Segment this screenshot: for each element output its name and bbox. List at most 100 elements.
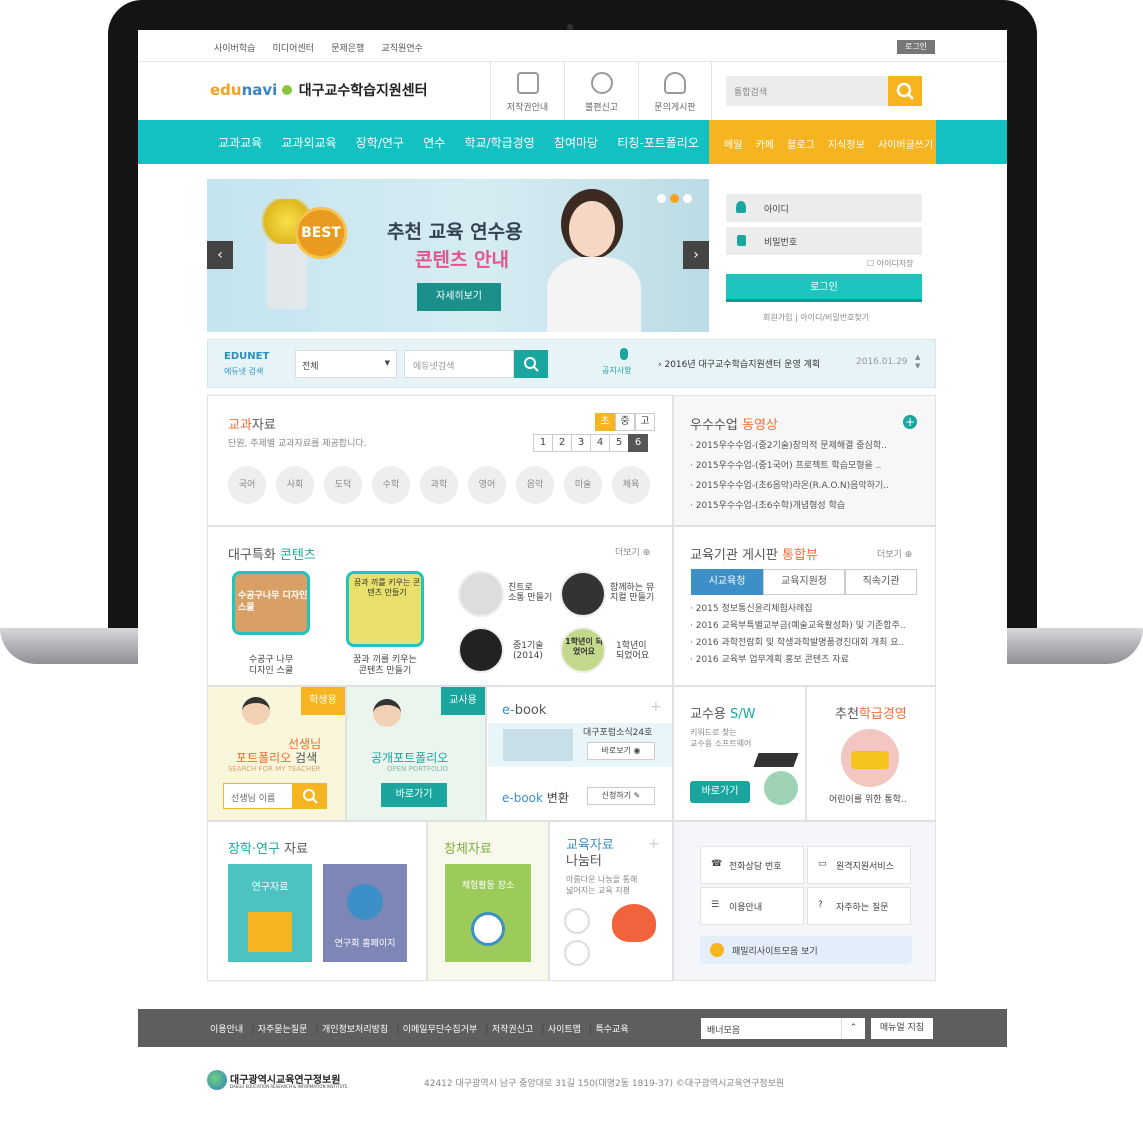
footer-link[interactable]: 이용안내 — [210, 1025, 243, 1035]
complaint-link[interactable]: 불편신고 — [564, 62, 638, 120]
ebook-item-title[interactable]: 대구포럼소식24호 — [583, 725, 652, 738]
small-thumb-1[interactable] — [458, 571, 504, 617]
category-select[interactable]: 전체 ▼ — [295, 350, 397, 378]
usage-guide-link[interactable]: ☰ 이용안내 — [700, 887, 804, 925]
topnav-item[interactable]: 교직원연수 — [382, 44, 423, 54]
list-item[interactable]: · 2015우수수업-(중2기술)창의적 문제해결 중심학.. — [690, 436, 920, 456]
join-link[interactable]: 회원가입 — [763, 313, 792, 322]
subject-circle[interactable]: 사회 — [276, 466, 314, 504]
list-item[interactable]: · 2016 교육부 업무계획 홍보 콘텐츠 자료 — [690, 652, 926, 669]
software-go-button[interactable]: 바로가기 — [690, 781, 750, 803]
slider-dot-active[interactable] — [670, 194, 679, 203]
tab-city-office[interactable]: 시교육청 — [691, 569, 763, 595]
list-item[interactable]: · 2015우수수업-(중1국어) 프로젝트 학습모형을 .. — [690, 456, 920, 476]
nav-item[interactable]: 티칭-포트폴리오 — [617, 136, 699, 150]
plus-icon[interactable]: + — [903, 415, 917, 429]
search-button[interactable] — [888, 76, 922, 106]
nav-item[interactable]: 참여마당 — [554, 136, 598, 150]
footer-link[interactable]: 이메일무단수집거부 — [403, 1025, 478, 1035]
subject-circle[interactable]: 국어 — [228, 466, 266, 504]
more-link[interactable]: 더보기 ⊕ — [615, 545, 650, 558]
list-item[interactable]: · 2016 과학전람회 및 학생과학발명품경진대회 개최 요.. — [690, 635, 926, 652]
dream-content-thumbnail[interactable]: 꿈과 끼를 키우는 콘텐츠 만들기 — [346, 571, 424, 647]
password-field[interactable]: 비밀번호 — [726, 227, 922, 255]
teacher-search-button[interactable] — [293, 783, 327, 809]
list-item[interactable]: · 2015우수수업-(초6음악)라온(R.A.O.N)음악하기.. — [690, 476, 920, 496]
quick-item[interactable]: 카페 — [756, 140, 774, 151]
tab-affiliated[interactable]: 직속기관 — [845, 569, 917, 595]
grade-button[interactable]: 1 — [533, 434, 553, 452]
level-tab-middle[interactable]: 중 — [615, 413, 635, 431]
level-tab-elementary[interactable]: 초 — [595, 413, 615, 431]
grade-button-active[interactable]: 6 — [628, 434, 648, 452]
small-label-3[interactable]: 중1기술 (2014) — [513, 641, 544, 661]
footer-link[interactable]: 저작권신고 — [492, 1025, 533, 1035]
login-button[interactable]: 로그인 — [726, 274, 922, 302]
nav-item[interactable]: 장학/연구 — [356, 136, 404, 150]
next-arrow-icon[interactable]: › — [683, 241, 709, 269]
ebook-cover-image[interactable] — [503, 729, 573, 761]
notice-scroll-arrows[interactable]: ▲ ▼ — [915, 353, 920, 371]
nav-item[interactable]: 학교/학급경영 — [464, 136, 534, 150]
subject-circle[interactable]: 과학 — [420, 466, 458, 504]
quick-item[interactable]: 블로그 — [787, 140, 815, 151]
dream-content-label[interactable]: 꿈과 끼를 키우는 콘텐츠 만들기 — [342, 655, 428, 677]
find-account-link[interactable]: 아이디/비밀번호찾기 — [800, 313, 869, 322]
notice-text[interactable]: › 2016년 대구교수학습지원센터 운영 계획 — [658, 357, 820, 370]
small-label-2[interactable]: 함께하는 뮤 지컬 만들기 — [610, 583, 654, 603]
footer-link[interactable]: 사이트맵 — [548, 1025, 581, 1035]
subject-circle[interactable]: 체육 — [612, 466, 650, 504]
grade-button[interactable]: 4 — [590, 434, 610, 452]
family-site-button[interactable]: 패밀리사이트모음 보기 — [700, 936, 912, 964]
more-link[interactable]: 더보기 ⊕ — [877, 547, 912, 560]
main-banner[interactable]: BEST 추천 교육 연수용 콘텐츠 안내 자세히보기 ‹ › — [207, 179, 709, 332]
grade-button[interactable]: 2 — [552, 434, 572, 452]
nav-item[interactable]: 교과교육 — [218, 136, 262, 150]
remote-support-link[interactable]: ▭ 원격지원서비스 — [807, 846, 911, 884]
level-tab-high[interactable]: 고 — [635, 413, 655, 431]
woodwork-thumbnail[interactable]: 수공구나무 디자인스쿨 — [232, 571, 310, 635]
small-label-4[interactable]: 1학년이 되었어요 — [616, 641, 649, 661]
subject-circle[interactable]: 수학 — [372, 466, 410, 504]
quick-item[interactable]: 메일 — [724, 140, 742, 151]
list-item[interactable]: · 2016 교육부특별교부금(예술교육활성화) 및 기존합주.. — [690, 618, 926, 635]
list-item[interactable]: · 2015우수수업-(초6수학)개념형성 학습 — [690, 496, 920, 516]
teacher-name-input[interactable]: 선생님 이름 — [223, 783, 293, 809]
footer-link[interactable]: 자주묻는질문 — [258, 1025, 308, 1035]
open-portfolio-button[interactable]: 바로가기 — [381, 783, 447, 807]
plus-icon[interactable]: + — [650, 699, 662, 715]
top-login-button[interactable]: 로그인 — [897, 40, 935, 54]
slider-dot[interactable] — [683, 194, 692, 203]
subject-circle[interactable]: 미술 — [564, 466, 602, 504]
ebook-view-button[interactable]: 바로보기 ◉ — [587, 742, 655, 760]
grade-button[interactable]: 3 — [571, 434, 591, 452]
slider-dot[interactable] — [657, 194, 666, 203]
plus-icon[interactable]: + — [648, 836, 660, 852]
topnav-item[interactable]: 사이버학습 — [214, 44, 255, 54]
copyright-link[interactable]: 저작권안내 — [490, 62, 564, 120]
prev-arrow-icon[interactable]: ‹ — [207, 241, 233, 269]
small-thumb-4[interactable]: 1학년이 되었어요 — [560, 627, 606, 673]
faq-link[interactable]: ? 자주하는 질문 — [807, 887, 911, 925]
ebook-apply-button[interactable]: 신청하기 ✎ — [587, 787, 655, 805]
woodwork-label[interactable]: 수공구 나무 디자인 스쿨 — [228, 655, 314, 677]
class-management-caption[interactable]: 어린이를 위한 통학.. — [829, 792, 907, 805]
quick-item[interactable]: 사이버글쓰기 — [878, 140, 933, 151]
footer-link[interactable]: 개인정보처리방침 — [322, 1025, 388, 1035]
research-club-card[interactable]: 연구회 홈페이지 — [323, 864, 407, 962]
experience-card[interactable]: 체험활동 장소 — [445, 864, 531, 962]
inquiry-link[interactable]: 문의게시판 — [638, 62, 712, 120]
chevron-up-icon[interactable]: ⌃ — [841, 1018, 865, 1039]
topnav-item[interactable]: 문제은행 — [331, 44, 364, 54]
list-item[interactable]: · 2015 정보통신윤리체험사례집 — [690, 601, 926, 618]
nav-item[interactable]: 교과외교육 — [281, 136, 336, 150]
banner-select[interactable]: 배너모음 ⌃ — [701, 1018, 865, 1039]
small-thumb-3[interactable] — [458, 627, 504, 673]
topnav-item[interactable]: 미디어센터 — [273, 44, 314, 54]
id-field[interactable]: 아이디 — [726, 194, 922, 222]
tab-district-office[interactable]: 교육지원청 — [763, 569, 845, 595]
subject-circle[interactable]: 영어 — [468, 466, 506, 504]
banner-detail-button[interactable]: 자세히보기 — [417, 283, 501, 311]
subject-circle[interactable]: 음악 — [516, 466, 554, 504]
phone-consult-link[interactable]: ☎ 전화상담 번호 — [700, 846, 804, 884]
